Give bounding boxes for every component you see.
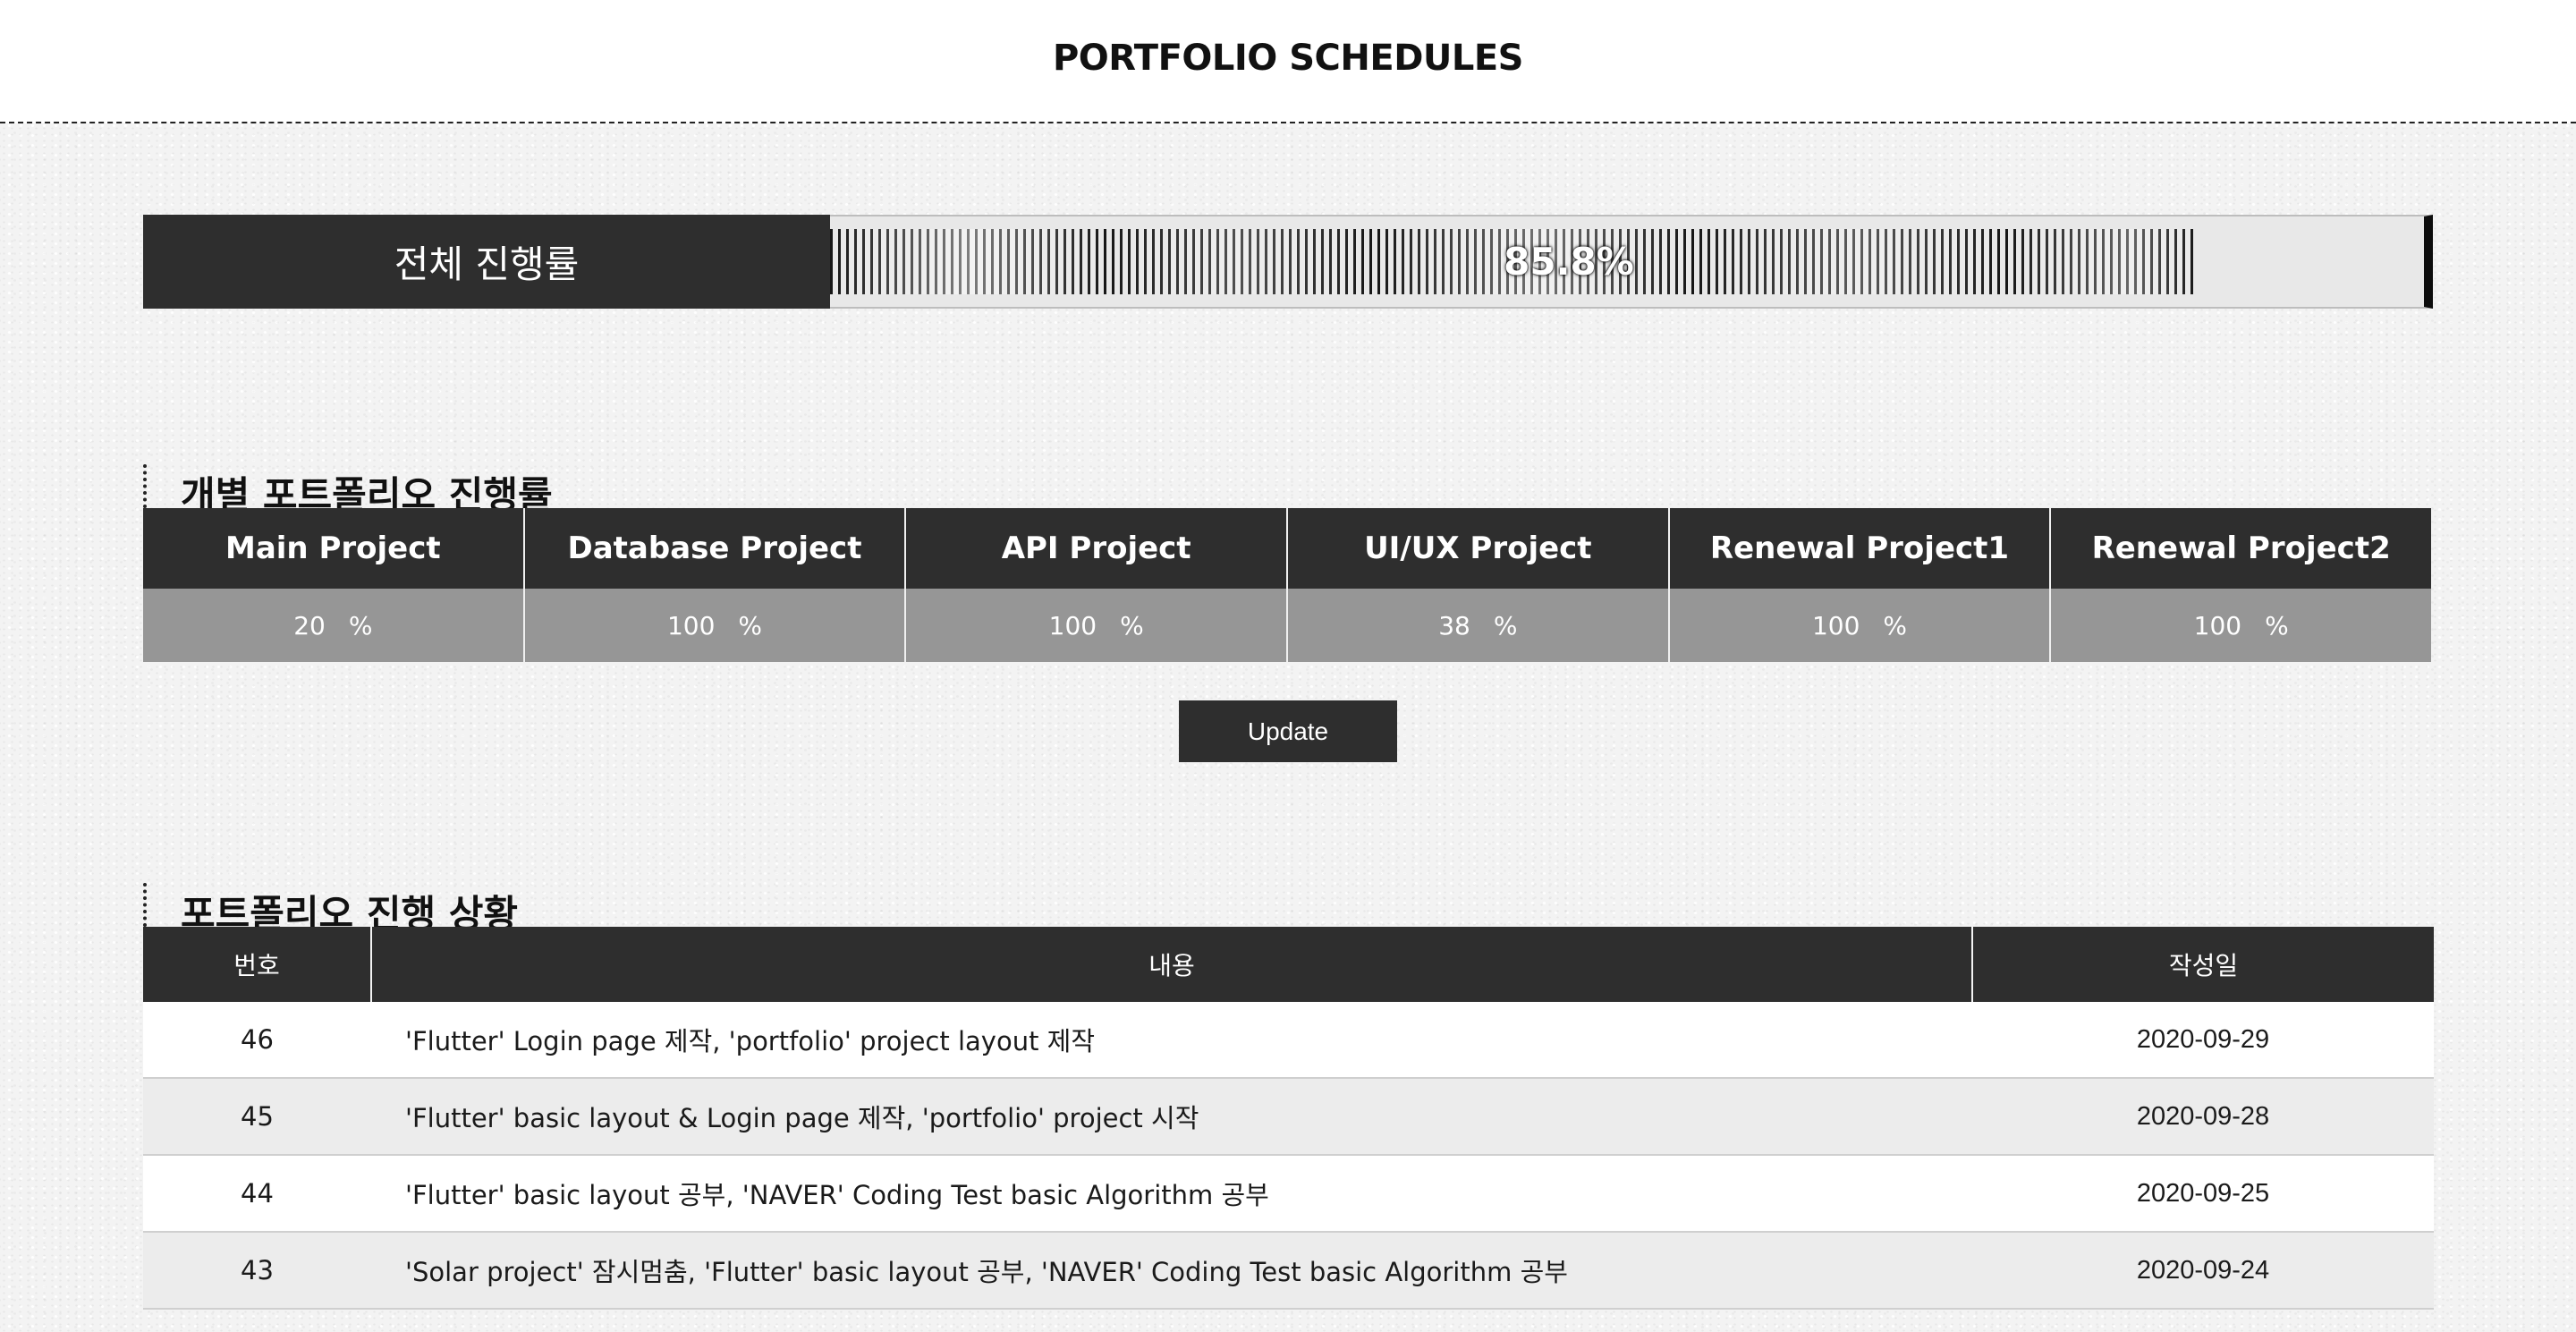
project-progress-value: 100 % [2051, 589, 2431, 662]
project-name: UI/UX Project [1287, 508, 1668, 589]
row-date: 2020-09-29 [1972, 1002, 2434, 1079]
project-percent-number: 38 [1438, 610, 1470, 641]
project-percent-number: 100 [1811, 610, 1860, 641]
project-name: Main Project [143, 508, 523, 589]
project-percent-unit: % [2265, 610, 2289, 641]
project-percent-unit: % [1120, 610, 1144, 641]
table-header-row: 번호 내용 작성일 [143, 927, 2434, 1002]
project-progress-value: 100 % [906, 589, 1286, 662]
site-header: PORTFOLIO SCHEDULES [0, 0, 2576, 123]
project-percent-unit: % [1883, 610, 1908, 641]
row-content[interactable]: 'Flutter' basic layout & Login page 제작, … [371, 1078, 1972, 1156]
project-progress-value: 38 % [1287, 589, 1668, 662]
row-content[interactable]: 'Flutter' basic layout 공부, 'NAVER' Codin… [371, 1155, 1972, 1233]
project-name: Renewal Project2 [2051, 508, 2431, 589]
column-header-date: 작성일 [1972, 927, 2434, 1002]
project-name: API Project [906, 508, 1286, 589]
project-name: Database Project [524, 508, 905, 589]
project-percent-unit: % [348, 610, 373, 641]
column-header-content: 내용 [371, 927, 1973, 1002]
overall-progress-percent: 85.8% [1504, 240, 1634, 284]
row-number: 45 [143, 1078, 371, 1156]
row-number: 44 [143, 1155, 371, 1233]
project-percent-number: 100 [1048, 610, 1097, 641]
row-date: 2020-09-24 [1972, 1232, 2434, 1310]
progress-log-table: 번호 내용 작성일 46 'Flutter' Login page 제작, 'p… [143, 927, 2434, 1310]
overall-progress-label: 전체 진행률 [143, 215, 830, 309]
column-header-number: 번호 [143, 927, 372, 1002]
project-percent-unit: % [1493, 610, 1518, 641]
row-date: 2020-09-28 [1972, 1078, 2434, 1156]
project-percent-number: 20 [293, 610, 326, 641]
project-progress-grid: Main Project Database Project API Projec… [143, 508, 2431, 662]
update-button[interactable]: Update [1179, 700, 1397, 762]
project-progress-value: 20 % [143, 589, 523, 662]
overall-progress: 전체 진행률 85.8% [143, 215, 2433, 309]
page-title: PORTFOLIO SCHEDULES [1052, 38, 1524, 79]
project-progress-value: 100 % [524, 589, 905, 662]
project-name: Renewal Project1 [1669, 508, 2050, 589]
row-date: 2020-09-25 [1972, 1155, 2434, 1233]
project-percent-number: 100 [2193, 610, 2242, 641]
row-content[interactable]: 'Flutter' Login page 제작, 'portfolio' pro… [371, 1002, 1972, 1079]
table-row[interactable]: 43 'Solar project' 잠시멈춤, 'Flutter' basic… [143, 1232, 2434, 1310]
row-number: 46 [143, 1002, 371, 1079]
row-content[interactable]: 'Solar project' 잠시멈춤, 'Flutter' basic la… [371, 1232, 1972, 1310]
row-number: 43 [143, 1232, 371, 1310]
project-progress-value: 100 % [1669, 589, 2050, 662]
project-percent-number: 100 [666, 610, 716, 641]
table-row[interactable]: 45 'Flutter' basic layout & Login page 제… [143, 1078, 2434, 1156]
overall-progress-bar: 85.8% [830, 215, 2433, 309]
table-row[interactable]: 44 'Flutter' basic layout 공부, 'NAVER' Co… [143, 1155, 2434, 1233]
project-percent-unit: % [738, 610, 763, 641]
table-row[interactable]: 46 'Flutter' Login page 제작, 'portfolio' … [143, 1002, 2434, 1079]
